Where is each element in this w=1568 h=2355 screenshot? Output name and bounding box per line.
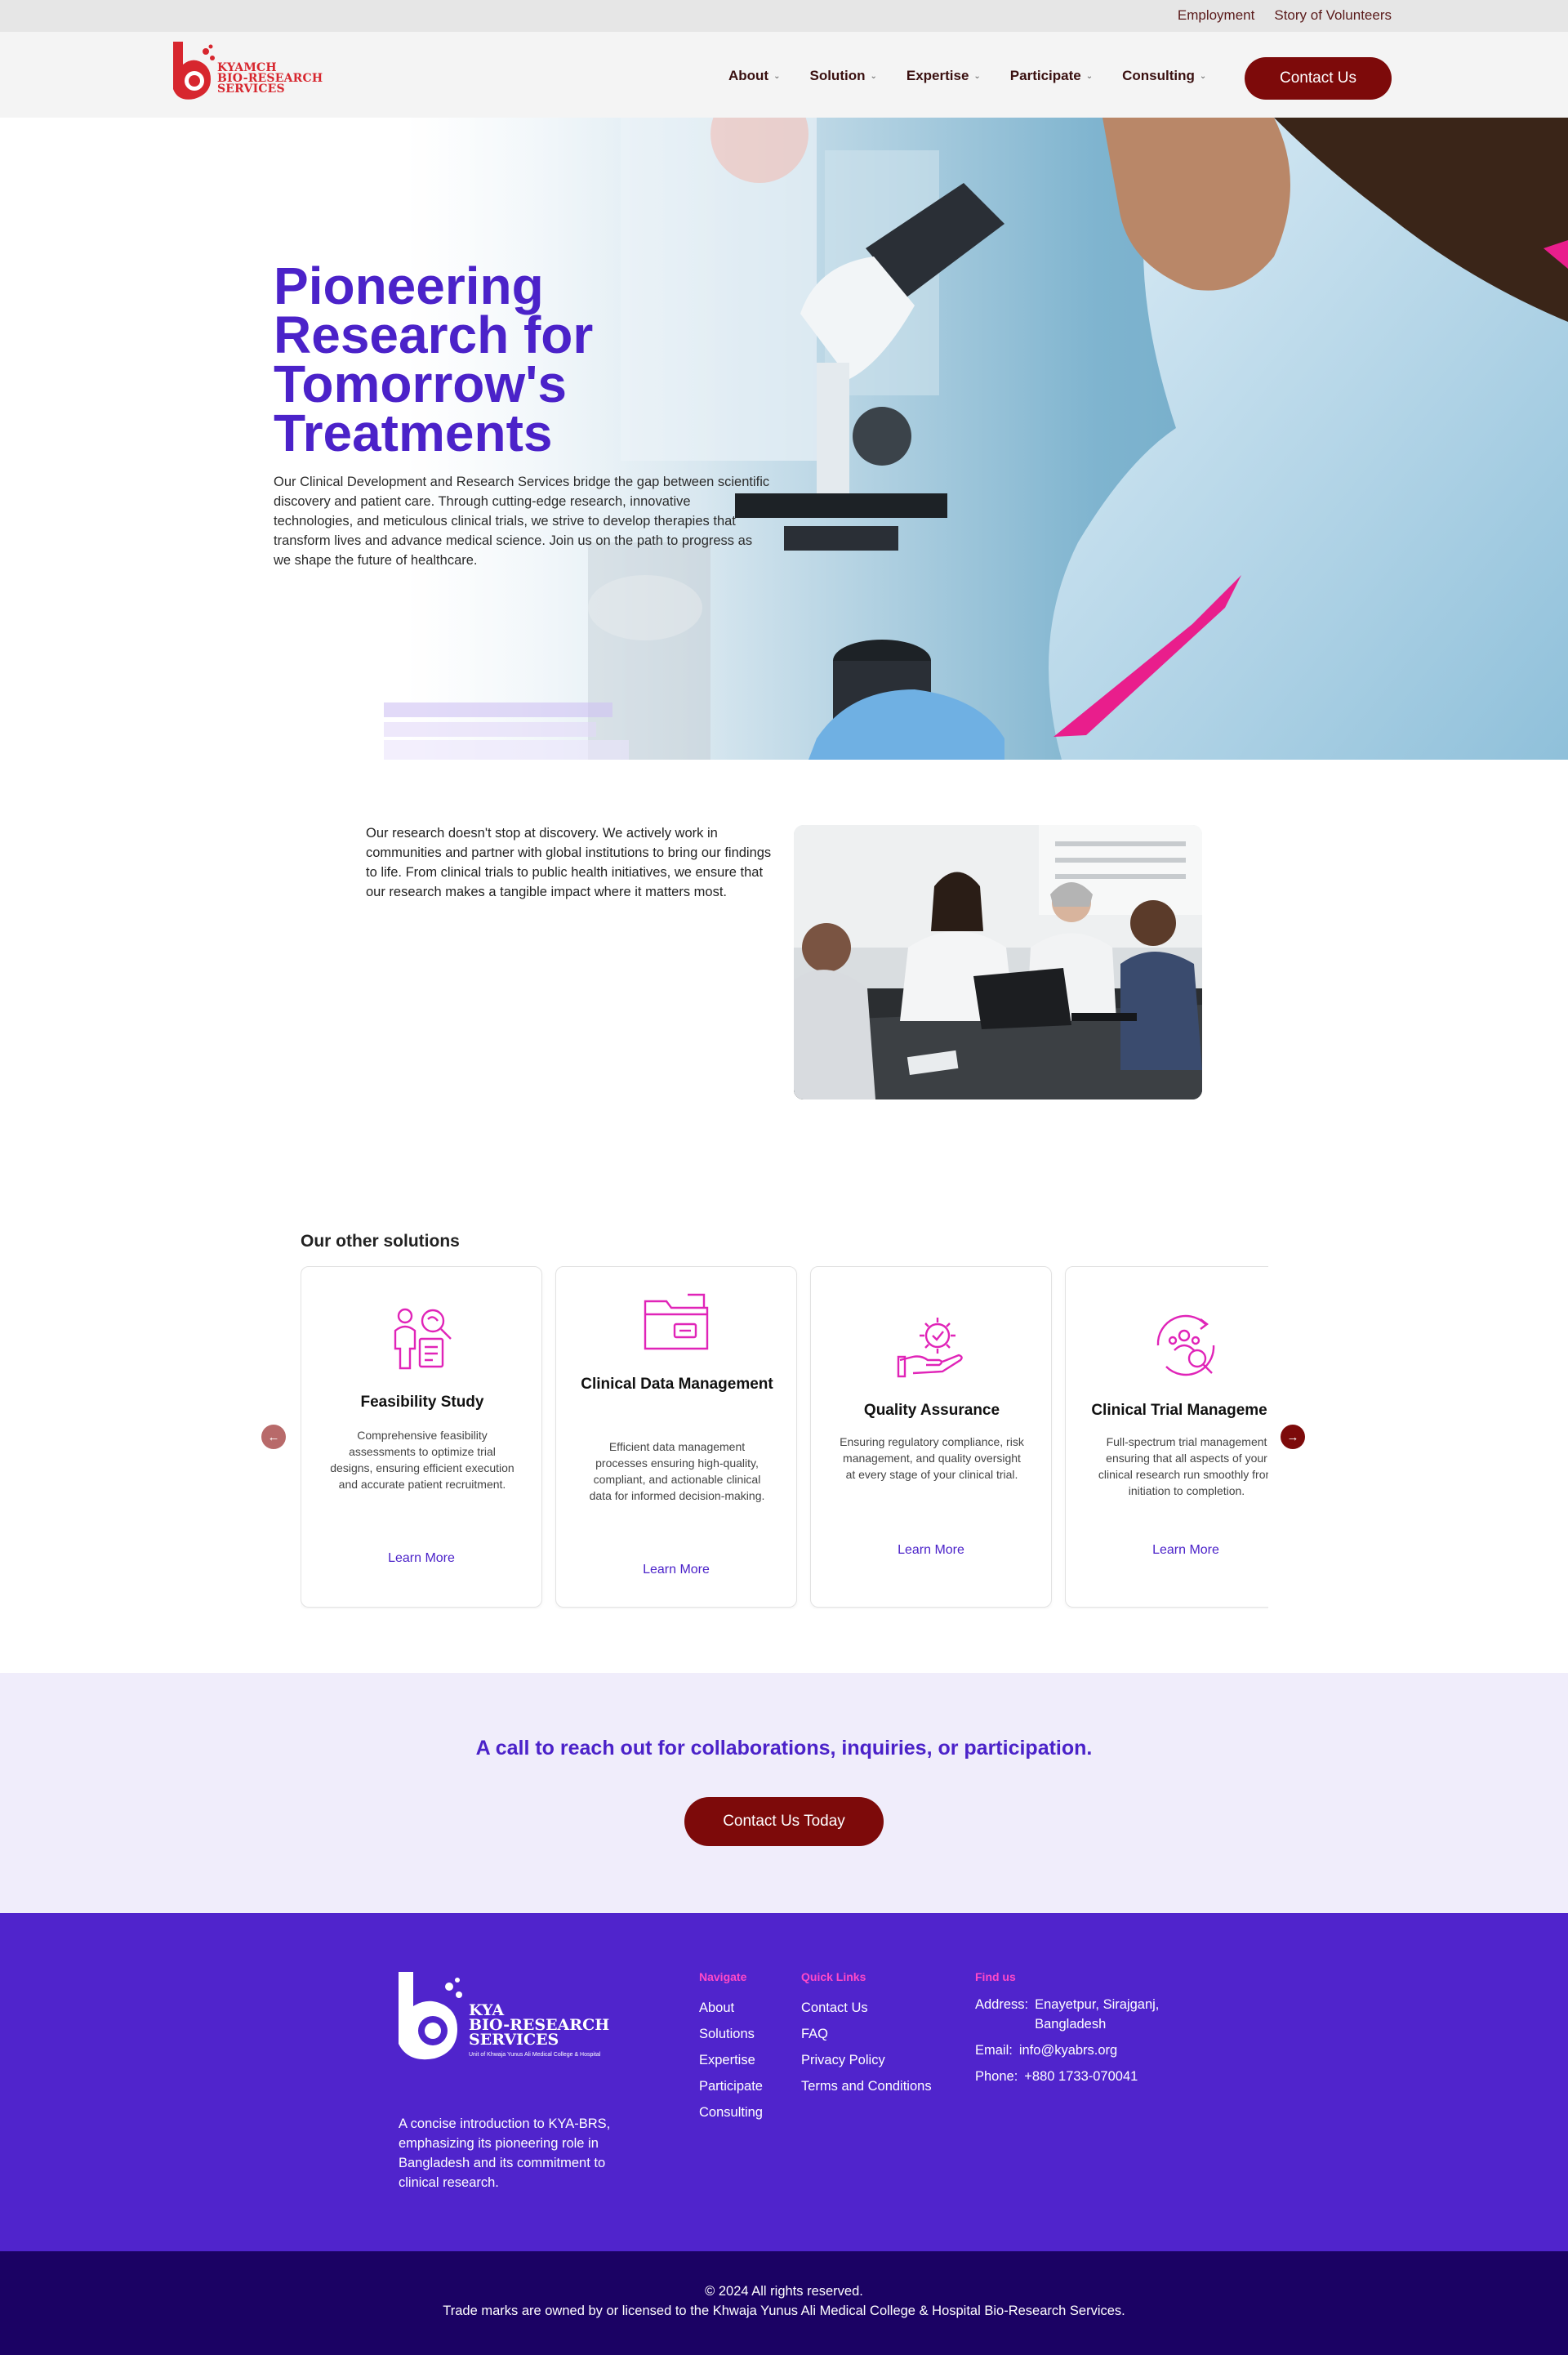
solution-card: Feasibility Study Comprehensive feasibil…	[301, 1266, 542, 1608]
nav-consulting[interactable]: Consulting ⌄	[1122, 68, 1206, 84]
learn-more-link[interactable]: Learn More	[1066, 1543, 1268, 1558]
footer-link-participate[interactable]: Participate	[699, 2073, 763, 2099]
footer-logo-line-3: SERVICES	[469, 2031, 559, 2049]
chevron-down-icon: ⌄	[1199, 71, 1207, 81]
footer-logo[interactable]: KYA BIO-RESEARCH SERVICES Unit of Khwaja…	[397, 1970, 634, 2068]
footer-navigate-column: Navigate About Solutions Expertise Parti…	[699, 1970, 763, 2125]
copyright-bar: © 2024 All rights reserved. Trade marks …	[0, 2251, 1568, 2355]
learn-more-link[interactable]: Learn More	[301, 1551, 541, 1566]
hero-section: Pioneering Research for Tomorrow's Treat…	[0, 118, 1568, 760]
chevron-down-icon: ⌄	[870, 71, 877, 81]
card-title: Clinical Data Management	[581, 1376, 773, 1393]
learn-more-link[interactable]: Learn More	[811, 1543, 1051, 1558]
group-search-icon	[1066, 1311, 1268, 1380]
footer-link-about[interactable]: About	[699, 1995, 763, 2021]
contact-us-button[interactable]: Contact Us	[1245, 57, 1392, 100]
main-header: KYAMCH BIO-RESEARCH SERVICES About ⌄ Solu…	[0, 32, 1568, 118]
footer-logo-mark-icon	[399, 1972, 462, 2060]
phone-label: Phone:	[975, 2069, 1018, 2084]
solution-card: Clinical Trial Management Full-spectrum …	[1065, 1266, 1268, 1608]
nav-solution-label: Solution	[809, 68, 866, 83]
card-description: Comprehensive feasibility assessments to…	[330, 1429, 514, 1491]
folder-icon	[556, 1291, 796, 1354]
footer-link-contact-us[interactable]: Contact Us	[801, 1995, 932, 2021]
nav-solution[interactable]: Solution ⌄	[809, 68, 876, 84]
card-title: Clinical Trial Management	[1091, 1402, 1268, 1419]
nav-about-label: About	[728, 68, 769, 83]
footer-find-us-column: Find us Address: Enayetpur, Sirajganj, B…	[975, 1970, 1174, 2093]
card-description: Ensuring regulatory compliance, risk man…	[840, 1435, 1024, 1481]
solution-card: Quality Assurance Ensuring regulatory co…	[810, 1266, 1052, 1608]
story-of-volunteers-link[interactable]: Story of Volunteers	[1274, 7, 1392, 24]
copyright-text: © 2024 All rights reserved.	[705, 2284, 863, 2299]
chevron-down-icon: ⌄	[1085, 71, 1094, 81]
solution-card: Clinical Data Management Efficient data …	[555, 1266, 797, 1608]
footer-logo-subtitle: Unit of Khwaja Yunus Ali Medical College…	[469, 2052, 601, 2058]
solutions-heading: Our other solutions	[301, 1232, 460, 1251]
footer-find-us-heading: Find us	[975, 1970, 1016, 1983]
cta-section: A call to reach out for collaborations, …	[0, 1673, 1568, 1913]
footer-address-row: Address: Enayetpur, Sirajganj, Banglades…	[975, 1995, 1174, 2034]
card-title: Feasibility Study	[360, 1394, 484, 1411]
logo-mark-icon	[173, 42, 215, 100]
footer-link-consulting[interactable]: Consulting	[699, 2099, 763, 2125]
footer-link-expertise[interactable]: Expertise	[699, 2047, 763, 2073]
footer-quick-links-column: Quick Links Contact Us FAQ Privacy Polic…	[801, 1970, 932, 2099]
nav-participate[interactable]: Participate ⌄	[1010, 68, 1093, 84]
hero-description: Our Clinical Development and Research Se…	[274, 475, 770, 568]
gear-hand-icon	[811, 1311, 1051, 1380]
utility-bar: Employment Story of Volunteers	[0, 0, 1568, 32]
solutions-carousel: Feasibility Study Comprehensive feasibil…	[301, 1266, 1268, 1609]
arrow-left-icon: ←	[267, 1430, 280, 1444]
card-description: Full-spectrum trial management ensuring …	[1098, 1435, 1268, 1497]
carousel-prev-button[interactable]: ←	[261, 1425, 286, 1449]
cta-text: A call to reach out for collaborations, …	[475, 1737, 1093, 1760]
phone-link[interactable]: +880 1733-070041	[1024, 2067, 1138, 2086]
card-description: Efficient data management processes ensu…	[589, 1440, 765, 1502]
footer-link-solutions[interactable]: Solutions	[699, 2021, 763, 2047]
trademark-text: Trade marks are owned by or licensed to …	[443, 2304, 1125, 2318]
team-meeting-photo	[794, 825, 1202, 1099]
footer-quick-links-heading: Quick Links	[801, 1970, 866, 1983]
logo-text: KYAMCH BIO-RESEARCH SERVICES	[217, 62, 323, 96]
footer-link-faq[interactable]: FAQ	[801, 2021, 932, 2047]
hero-title: Pioneering Research for Tomorrow's Treat…	[274, 256, 594, 462]
footer-navigate-heading: Navigate	[699, 1970, 747, 1983]
nav-expertise-label: Expertise	[906, 68, 969, 83]
footer-link-terms[interactable]: Terms and Conditions	[801, 2073, 932, 2099]
footer-link-privacy-policy[interactable]: Privacy Policy	[801, 2047, 932, 2073]
footer-phone-row: Phone: +880 1733-070041	[975, 2067, 1174, 2086]
footer-about-text: A concise introduction to KYA-BRS, empha…	[399, 2116, 611, 2190]
main-nav: About ⌄ Solution ⌄ Expertise ⌄ Participate ⌄…	[728, 68, 1206, 84]
chevron-down-icon: ⌄	[973, 71, 981, 81]
address-label: Address:	[975, 1997, 1029, 2012]
nav-consulting-label: Consulting	[1122, 68, 1195, 83]
nav-expertise[interactable]: Expertise ⌄	[906, 68, 981, 84]
footer-logo-text: KYA BIO-RESEARCH SERVICES	[469, 2003, 609, 2049]
carousel-next-button[interactable]: →	[1281, 1425, 1305, 1449]
address-value: Enayetpur, Sirajganj, Bangladesh	[1035, 1997, 1160, 2032]
learn-more-link[interactable]: Learn More	[556, 1563, 796, 1577]
chevron-down-icon: ⌄	[773, 71, 781, 81]
feasibility-icon	[301, 1303, 541, 1372]
employment-link[interactable]: Employment	[1178, 7, 1254, 24]
arrow-right-icon: →	[1286, 1430, 1299, 1444]
nav-participate-label: Participate	[1009, 68, 1081, 83]
email-link[interactable]: info@kyabrs.org	[1019, 2041, 1117, 2060]
footer-email-row: Email: info@kyabrs.org	[975, 2041, 1174, 2060]
utility-links: Employment Story of Volunteers	[1178, 7, 1392, 24]
intro-text: Our research doesn't stop at discovery. …	[366, 826, 772, 899]
site-footer: KYA BIO-RESEARCH SERVICES Unit of Khwaja…	[0, 1913, 1568, 2251]
contact-us-today-button[interactable]: Contact Us Today	[684, 1797, 884, 1846]
hero-scientist-microscope-image	[0, 118, 1568, 760]
email-label: Email:	[975, 2043, 1013, 2058]
card-title: Quality Assurance	[863, 1402, 1000, 1419]
nav-about[interactable]: About ⌄	[728, 68, 780, 84]
logo-line-3: SERVICES	[217, 83, 285, 96]
site-logo[interactable]: KYAMCH BIO-RESEARCH SERVICES	[170, 40, 333, 107]
